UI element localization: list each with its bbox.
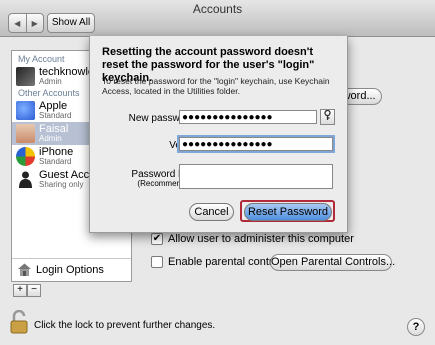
parental-controls-label: Enable parental controls [168,256,287,268]
avatar [16,147,35,166]
new-password-field[interactable]: ●●●●●●●●●●●●●●● [179,110,317,124]
avatar [16,101,35,120]
allow-admin-row[interactable]: ✔ Allow user to administer this computer [151,233,354,245]
nav-buttons: ◀ ▶ [8,13,44,33]
lock-icon[interactable] [10,309,28,337]
login-options-item[interactable]: Login Options [12,258,131,281]
remove-account-button[interactable]: − [27,284,41,297]
password-hint-field[interactable] [179,164,333,189]
forward-button[interactable]: ▶ [25,14,44,32]
open-parental-controls-button[interactable]: Open Parental Controls... [270,254,395,271]
guest-icon [16,170,35,189]
allow-admin-label: Allow user to administer this computer [168,233,354,245]
account-role: Sharing only [39,180,84,189]
account-role: Standard [39,111,72,120]
reset-password-button[interactable]: Reset Password [244,203,332,221]
back-button[interactable]: ◀ [9,14,26,32]
account-role: Admin [39,77,62,86]
help-button[interactable]: ? [407,318,425,336]
house-icon [18,263,31,276]
avatar [16,124,35,143]
title-bar: Accounts ◀ ▶ Show All [0,0,435,37]
avatar [16,67,35,86]
login-options-label: Login Options [36,264,104,276]
reset-password-sheet: Resetting the account password doesn't r… [89,36,348,233]
allow-admin-checkbox[interactable]: ✔ [151,233,163,245]
account-role: Admin [39,134,62,143]
cancel-button[interactable]: Cancel [189,203,234,221]
show-all-button[interactable]: Show All [47,13,95,33]
key-icon[interactable] [320,109,335,125]
add-account-button[interactable]: + [13,284,27,297]
lock-text: Click the lock to prevent further change… [34,320,216,331]
parental-controls-checkbox[interactable] [151,256,163,268]
parental-controls-row[interactable]: Enable parental controls [151,256,287,268]
sheet-body: To reset the password for the "login" ke… [102,76,330,96]
account-role: Standard [39,157,72,166]
verify-field[interactable]: ●●●●●●●●●●●●●●● [179,137,333,151]
